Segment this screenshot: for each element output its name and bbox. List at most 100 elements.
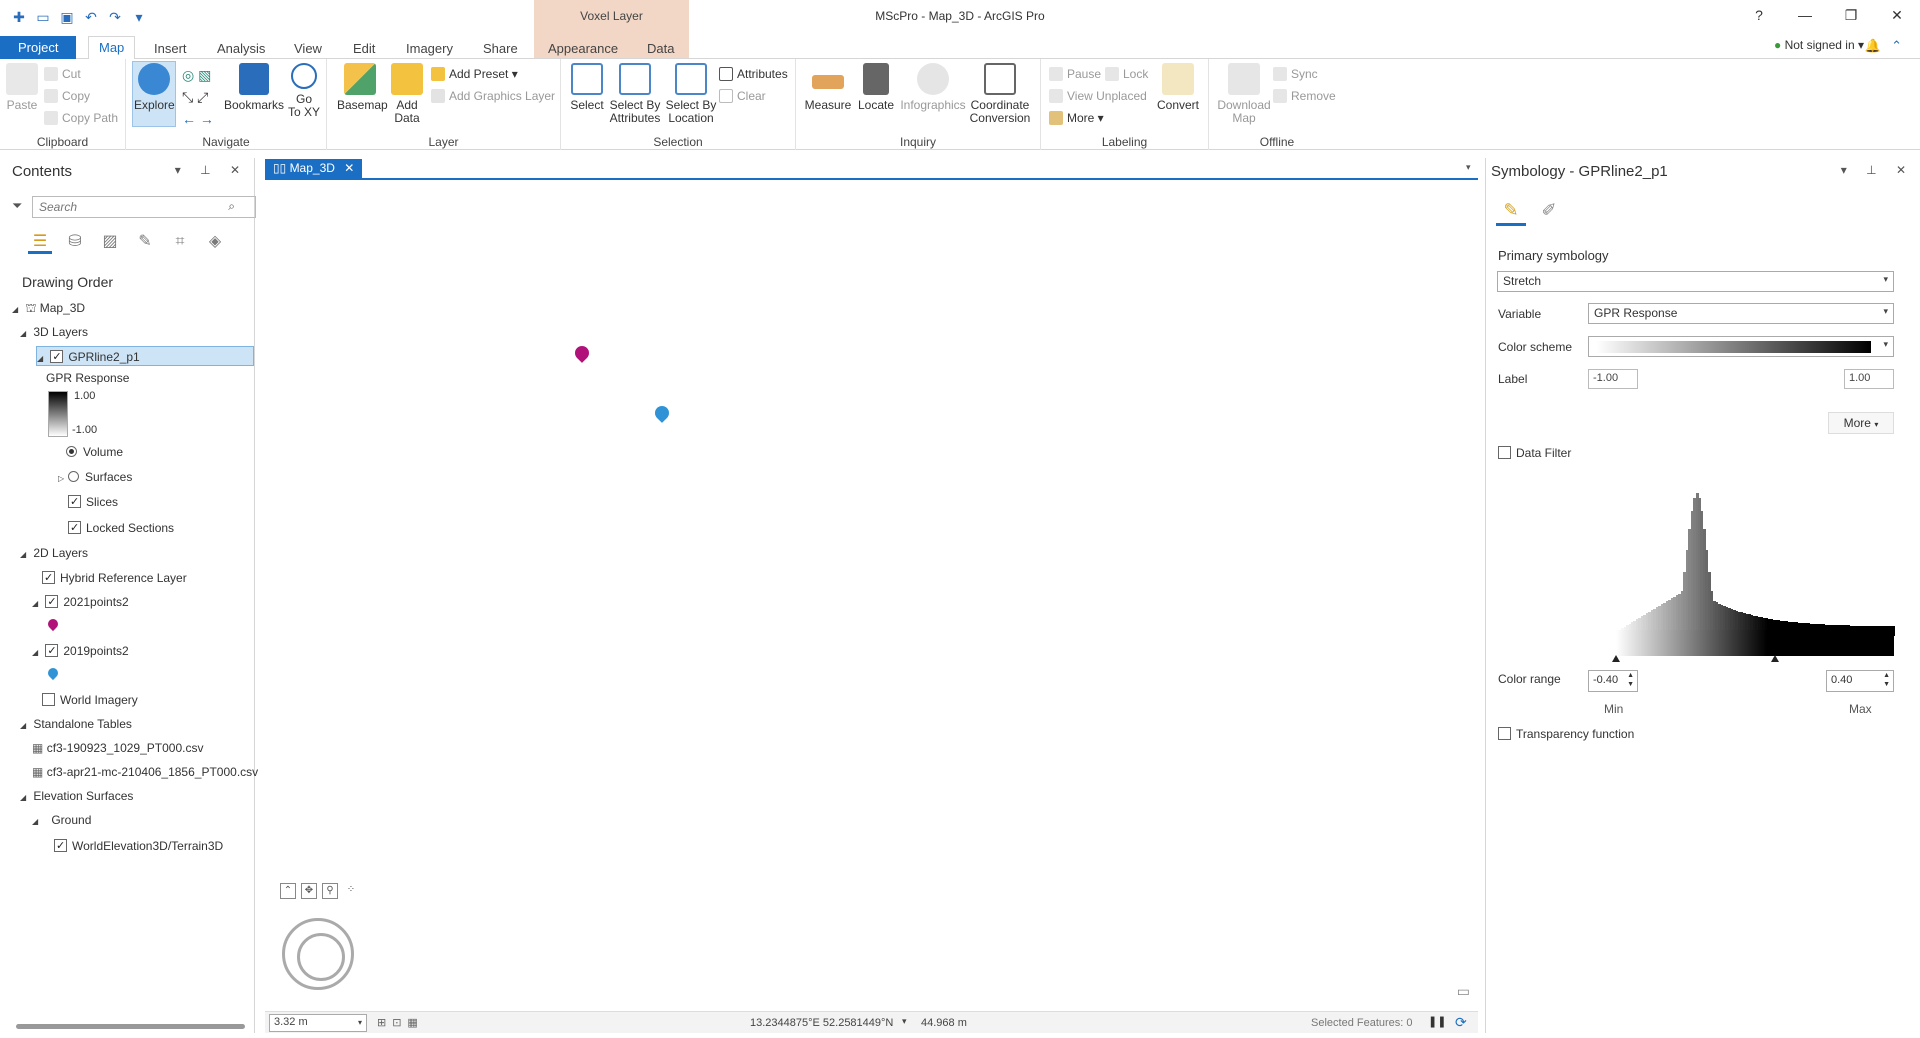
collapse-icon[interactable]: ◢ — [37, 349, 47, 369]
list-by-data-source-icon[interactable]: ⛁ — [63, 230, 87, 254]
surfaces-radio[interactable] — [68, 471, 79, 482]
open-project-icon[interactable]: ▭ — [34, 8, 52, 26]
convert-button[interactable]: Convert — [1153, 63, 1203, 112]
tree-3d-layers[interactable]: ◢ 3D Layers — [20, 322, 88, 342]
tab-map[interactable]: Map — [88, 36, 136, 60]
copy-path-button[interactable]: Copy Path — [44, 111, 118, 125]
tree-map[interactable]: ◢ ⛫ Map_3D — [12, 298, 85, 318]
transparency-function-row[interactable]: Transparency function — [1498, 727, 1634, 741]
navigator-more-icon[interactable]: ⁘ — [343, 883, 359, 899]
tab-list-caret-icon[interactable]: ▾ — [1466, 162, 1471, 173]
remove-button[interactable]: Remove — [1273, 89, 1336, 103]
download-map-button[interactable]: Download Map — [1213, 63, 1275, 125]
navigator-collapse-icon[interactable]: ⌃ — [280, 883, 296, 899]
pane-options-icon[interactable]: ▾ ⊥ ✕ — [175, 163, 248, 177]
selected-features-count[interactable]: Selected Features: 0 — [1311, 1017, 1413, 1029]
full-extent-icon[interactable]: ◎ ▧ — [182, 67, 211, 84]
more-button[interactable]: More ▾ — [1828, 412, 1894, 434]
refresh-icon[interactable]: ⟳ — [1455, 1014, 1467, 1031]
tab-share[interactable]: Share — [473, 38, 528, 59]
sync-button[interactable]: Sync — [1273, 67, 1318, 81]
range-max-input[interactable]: 0.40 ▲ ▼ — [1826, 670, 1894, 692]
list-by-selection-icon[interactable]: ▨ — [98, 230, 122, 254]
terrain-checkbox[interactable] — [54, 836, 67, 856]
tree-locked-sections[interactable]: Locked Sections — [68, 518, 174, 538]
contents-horizontal-scrollbar[interactable] — [6, 1021, 255, 1031]
collapse-icon[interactable]: ◢ — [20, 788, 30, 808]
map-overlay-icon[interactable]: ▭ — [1457, 983, 1470, 1000]
fixed-zoom-icon[interactable]: ⤡ ⤢ — [182, 89, 208, 106]
tree-voxel-layer[interactable]: ◢ GPRline2_p1 — [36, 346, 254, 369]
spinner-arrows-icon[interactable]: ▲ ▼ — [1627, 671, 1634, 689]
tree-terrain[interactable]: WorldElevation3D/Terrain3D — [54, 836, 223, 856]
map-point-2019[interactable] — [652, 403, 672, 423]
previous-next-extent-icon[interactable]: ← → — [182, 111, 214, 127]
collapse-icon[interactable]: ◢ — [32, 594, 42, 614]
vary-symbology-tab-icon[interactable]: ✐ — [1534, 196, 1564, 226]
tree-table-2[interactable]: ▦ cf3-apr21-mc-210406_1856_PT000.csv — [32, 762, 258, 782]
contents-search-input[interactable]: Search ⌕ — [32, 196, 256, 218]
minimize-icon[interactable]: — — [1782, 0, 1828, 30]
attributes-button[interactable]: Attributes — [719, 67, 788, 81]
locked-sections-checkbox[interactable] — [68, 518, 81, 538]
world-imagery-checkbox[interactable] — [42, 693, 55, 706]
tree-2d-layers[interactable]: ◢ 2D Layers — [20, 543, 88, 563]
list-by-labeling-icon[interactable]: ◈ — [203, 230, 227, 254]
points-2021-checkbox[interactable] — [45, 592, 59, 612]
points-2019-checkbox[interactable] — [45, 641, 59, 661]
spinner-arrows-icon[interactable]: ▲ ▼ — [1883, 671, 1890, 689]
list-by-drawing-order-icon[interactable]: ☰ — [28, 230, 52, 254]
range-max-handle[interactable] — [1771, 655, 1779, 662]
coordinate-format-caret-icon[interactable]: ▾ — [902, 1016, 907, 1027]
label-max-input[interactable]: 1.00 — [1844, 369, 1894, 389]
tree-standalone-tables[interactable]: ◢ Standalone Tables — [20, 714, 132, 734]
cut-button[interactable]: Cut — [44, 67, 81, 81]
tab-data[interactable]: Data — [637, 38, 684, 59]
data-filter-checkbox[interactable] — [1498, 446, 1511, 459]
primary-symbology-tab-icon[interactable]: ✎ — [1496, 196, 1526, 226]
customize-qat-icon[interactable]: ▾ — [130, 8, 148, 26]
collapse-icon[interactable]: ◢ — [20, 324, 30, 344]
label-min-input[interactable]: -1.00 — [1588, 369, 1638, 389]
filter-icon[interactable]: ⏷ — [12, 198, 22, 214]
list-by-snapping-icon[interactable]: ⌗ — [168, 230, 192, 254]
navigator-pan-icon[interactable]: ✥ — [301, 883, 317, 899]
go-to-xy-button[interactable]: Go To XY — [286, 63, 322, 119]
add-data-button[interactable]: Add Data — [387, 63, 427, 125]
map-tools-icons[interactable]: ⊞⊡▦ — [377, 1016, 424, 1029]
tab-analysis[interactable]: Analysis — [207, 38, 275, 59]
range-min-handle[interactable] — [1612, 655, 1620, 662]
tab-edit[interactable]: Edit — [343, 38, 385, 59]
restore-icon[interactable]: ❐ — [1828, 0, 1874, 30]
clear-button[interactable]: Clear — [719, 89, 766, 103]
tab-project[interactable]: Project — [0, 36, 77, 59]
tab-view[interactable]: View — [284, 38, 332, 59]
copy-button[interactable]: Copy — [44, 89, 90, 103]
map-view-canvas[interactable]: ⌃ ✥ ⚲ ⁘ ▭ — [265, 180, 1478, 1010]
tree-world-imagery[interactable]: World Imagery — [42, 690, 138, 710]
tree-hybrid-reference[interactable]: Hybrid Reference Layer — [42, 568, 187, 588]
color-scheme-dropdown[interactable]: ▾ — [1588, 336, 1894, 357]
symbology-method-dropdown[interactable]: Stretch ▾ — [1497, 271, 1894, 292]
tree-slices[interactable]: Slices — [68, 492, 118, 512]
tab-appearance[interactable]: Appearance — [538, 38, 628, 59]
collapse-icon[interactable]: ◢ — [20, 545, 30, 565]
lock-labeling-button[interactable]: Lock — [1105, 67, 1148, 81]
map-view-tab[interactable]: ▯▯ Map_3D ✕ — [265, 159, 363, 178]
tree-table-1[interactable]: ▦ cf3-190923_1029_PT000.csv — [32, 738, 203, 758]
tree-points-2021[interactable]: ◢ 2021points2 — [32, 592, 129, 612]
search-icon[interactable]: ⌕ — [228, 199, 235, 214]
expand-icon[interactable]: ▷ — [58, 469, 68, 489]
data-filter-row[interactable]: Data Filter — [1498, 446, 1571, 460]
tree-points-2019[interactable]: ◢ 2019points2 — [32, 641, 129, 661]
close-icon[interactable]: ✕ — [1874, 0, 1920, 30]
help-button[interactable]: ? — [1736, 0, 1782, 30]
variable-dropdown[interactable]: GPR Response ▾ — [1588, 303, 1894, 324]
add-graphics-layer-button[interactable]: Add Graphics Layer — [431, 89, 555, 103]
tree-surfaces[interactable]: ▷ Surfaces — [58, 467, 132, 487]
new-project-icon[interactable]: ✚ — [10, 8, 28, 26]
infographics-button[interactable]: Infographics — [898, 63, 968, 112]
paste-button[interactable]: Paste — [6, 63, 38, 112]
collapse-icon[interactable]: ◢ — [32, 812, 42, 832]
tab-imagery[interactable]: Imagery — [396, 38, 463, 59]
